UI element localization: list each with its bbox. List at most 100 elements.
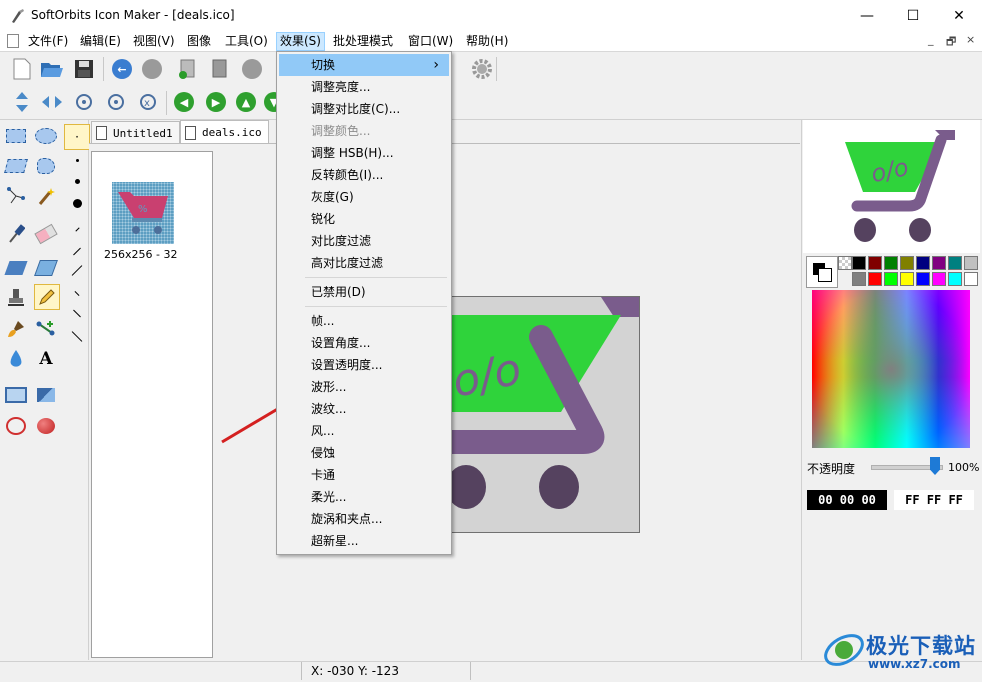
effects-menu-item[interactable]: 设置透明度... (279, 354, 449, 376)
menu-view[interactable]: 视图(V) (130, 33, 178, 50)
fill-bucket-icon[interactable] (3, 255, 29, 281)
palette-swatch[interactable] (916, 256, 930, 270)
minimize-button[interactable]: — (844, 0, 890, 31)
effects-menu-item[interactable]: 帧... (279, 310, 449, 332)
mdi-restore-button[interactable]: 🗗 (946, 33, 956, 52)
foreground-hex[interactable]: 00 00 00 (807, 490, 887, 510)
submenu-arrow-icon: › (433, 57, 439, 73)
icon-thumbnail[interactable]: % (112, 182, 174, 244)
effects-menu-item[interactable]: 调整对比度(C)... (279, 98, 449, 120)
text-tool-icon[interactable]: A (33, 346, 59, 372)
palette-swatch[interactable] (964, 272, 978, 286)
add-frame-icon[interactable] (176, 57, 200, 81)
lasso-select-icon[interactable] (3, 153, 29, 179)
palette-swatch[interactable] (868, 256, 882, 270)
effects-menu-item[interactable]: 设置角度... (279, 332, 449, 354)
menu-item-label: 设置角度... (311, 336, 371, 350)
palette-swatch[interactable] (948, 272, 962, 286)
menu-batch[interactable]: 批处理模式 (330, 33, 396, 50)
palette-swatch[interactable] (916, 272, 930, 286)
transparent-color-swatch[interactable] (838, 256, 852, 270)
palette-swatch[interactable] (948, 256, 962, 270)
up-icon[interactable]: ▲ (234, 90, 258, 114)
effects-menu-item[interactable]: 柔光... (279, 486, 449, 508)
blur-drop-icon[interactable] (3, 346, 29, 372)
menu-file[interactable]: 文件(F) (25, 33, 71, 50)
effects-menu-item[interactable]: 旋涡和夹点... (279, 508, 449, 530)
magic-wand-icon[interactable] (33, 183, 59, 209)
effects-menu-item[interactable]: 调整 HSB(H)... (279, 142, 449, 164)
ellipse-shape-icon[interactable] (3, 413, 29, 439)
effects-menu-item[interactable]: 波形... (279, 376, 449, 398)
ellipse-select-icon[interactable] (33, 123, 59, 149)
effects-menu-item[interactable]: 波纹... (279, 398, 449, 420)
mdi-close-button[interactable]: × (966, 33, 975, 46)
fg-bg-selector[interactable] (806, 256, 838, 288)
palette-swatch[interactable] (964, 256, 978, 270)
menu-window[interactable]: 窗口(W) (405, 33, 456, 50)
palette-swatch[interactable] (852, 256, 866, 270)
back-icon[interactable]: ← (110, 57, 134, 81)
palette-swatch[interactable] (852, 272, 866, 286)
menu-tools[interactable]: 工具(O) (222, 33, 271, 50)
line-thin-6-icon[interactable] (64, 323, 90, 349)
prev-frame-icon[interactable]: ◀ (172, 90, 196, 114)
effects-menu-item[interactable]: 风... (279, 420, 449, 442)
tab-deals-ico[interactable]: deals.ico (180, 120, 269, 144)
effects-menu-item[interactable]: 高对比度过滤 (279, 252, 449, 274)
settings-gear-icon[interactable] (470, 57, 494, 81)
palette-swatch[interactable] (884, 256, 898, 270)
palette-swatch[interactable] (900, 256, 914, 270)
stamp-icon[interactable] (3, 285, 29, 311)
menu-image[interactable]: 图像 (184, 33, 214, 50)
free-select-icon[interactable] (33, 153, 59, 179)
filled-ellipse-icon[interactable] (33, 413, 59, 439)
palette-swatch[interactable] (884, 272, 898, 286)
eraser-icon[interactable] (33, 221, 59, 247)
effects-menu-item[interactable]: 锐化 (279, 208, 449, 230)
polygon-select-icon[interactable] (3, 183, 29, 209)
brush-size-4-icon[interactable] (64, 190, 90, 216)
menu-item-label: 卡通 (311, 468, 336, 482)
effects-menu-item[interactable]: 已禁用(D) (279, 281, 449, 303)
effects-menu-item[interactable]: 切换 › (279, 54, 449, 76)
eyedropper-icon[interactable] (3, 221, 29, 247)
delete-frame-icon[interactable] (208, 57, 232, 81)
close-button[interactable]: ✕ (936, 0, 982, 31)
effects-menu-item[interactable]: 超新星... (279, 530, 449, 552)
maximize-button[interactable]: ☐ (890, 0, 936, 31)
save-icon[interactable] (72, 57, 96, 81)
effects-menu-item[interactable]: 反转颜色(I)... (279, 164, 449, 186)
effects-menu-item[interactable]: 卡通 (279, 464, 449, 486)
palette-swatch[interactable] (932, 272, 946, 286)
rotate-left-icon[interactable] (72, 90, 96, 114)
flip-vertical-icon[interactable] (10, 90, 34, 114)
palette-swatch[interactable] (932, 256, 946, 270)
rectangle-shape-icon[interactable] (3, 382, 29, 408)
flip-horizontal-icon[interactable] (40, 90, 64, 114)
filled-rectangle-icon[interactable] (33, 382, 59, 408)
palette-swatch[interactable] (868, 272, 882, 286)
menu-effects[interactable]: 效果(S) (276, 32, 325, 51)
edit-canvas[interactable]: o/o (450, 296, 640, 533)
rotate-right-icon[interactable] (104, 90, 128, 114)
effects-menu-item[interactable]: 调整亮度... (279, 76, 449, 98)
paint-brush-icon[interactable] (3, 316, 29, 342)
line-tool-icon[interactable] (33, 316, 59, 342)
mdi-minimize-button[interactable]: _ (928, 33, 934, 46)
rotate-custom-icon[interactable]: x (136, 90, 160, 114)
new-file-icon[interactable] (10, 57, 34, 81)
rect-select-icon[interactable] (3, 123, 29, 149)
open-folder-icon[interactable] (40, 57, 64, 81)
replace-color-icon[interactable] (33, 255, 59, 281)
background-hex[interactable]: FF FF FF (894, 490, 974, 510)
effects-menu-item[interactable]: 侵蚀 (279, 442, 449, 464)
effects-menu-item[interactable]: 对比度过滤 (279, 230, 449, 252)
effects-menu-item[interactable]: 灰度(G) (279, 186, 449, 208)
tab-untitled1[interactable]: Untitled1 (91, 121, 180, 144)
menu-help[interactable]: 帮助(H) (463, 33, 511, 50)
pencil-icon[interactable] (34, 284, 60, 310)
menu-edit[interactable]: 编辑(E) (77, 33, 124, 50)
play-icon[interactable]: ▶ (204, 90, 228, 114)
palette-swatch[interactable] (900, 272, 914, 286)
